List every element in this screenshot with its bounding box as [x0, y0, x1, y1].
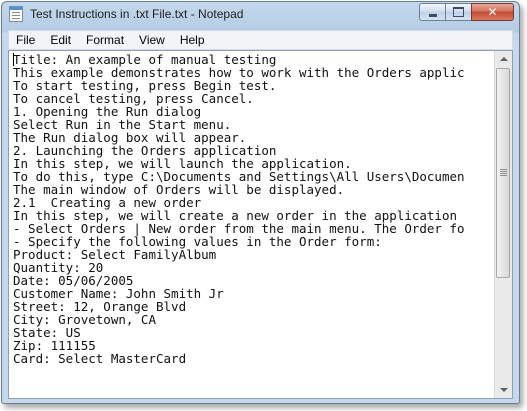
maximize-icon — [453, 7, 464, 17]
window-title: Test Instructions in .txt File.txt - Not… — [30, 7, 244, 21]
scrollbar-thumb[interactable] — [496, 68, 510, 278]
vertical-scrollbar[interactable] — [494, 51, 512, 398]
grip-icon — [500, 169, 507, 176]
minimize-icon — [428, 13, 437, 17]
menu-help[interactable]: Help — [173, 33, 213, 47]
close-button[interactable]: ✕ — [471, 3, 514, 21]
menu-view[interactable]: View — [132, 33, 173, 47]
close-icon: ✕ — [487, 5, 498, 19]
arrow-up-icon — [499, 57, 508, 61]
text-line: City: Grovetown, CA — [13, 312, 156, 327]
arrow-down-icon — [499, 388, 508, 392]
text-editor[interactable]: Title: An example of manual testing This … — [13, 53, 494, 396]
notepad-icon[interactable] — [9, 6, 23, 22]
text-caret — [13, 53, 14, 66]
scroll-down-button[interactable] — [496, 382, 511, 398]
menu-format[interactable]: Format — [79, 33, 132, 47]
maximize-button[interactable] — [445, 3, 471, 21]
menu-bar: File Edit Format View Help — [8, 30, 513, 50]
menu-edit[interactable]: Edit — [43, 33, 79, 47]
minimize-button[interactable] — [419, 3, 445, 21]
text-line: Card: Select MasterCard — [13, 351, 187, 366]
menu-file[interactable]: File — [9, 33, 43, 47]
editor-area[interactable]: Title: An example of manual testing This … — [8, 50, 513, 399]
title-bar[interactable]: Test Instructions in .txt File.txt - Not… — [2, 2, 519, 28]
scroll-up-button[interactable] — [496, 51, 511, 67]
caption-buttons: ✕ — [419, 3, 514, 23]
notepad-window: Test Instructions in .txt File.txt - Not… — [1, 1, 520, 404]
